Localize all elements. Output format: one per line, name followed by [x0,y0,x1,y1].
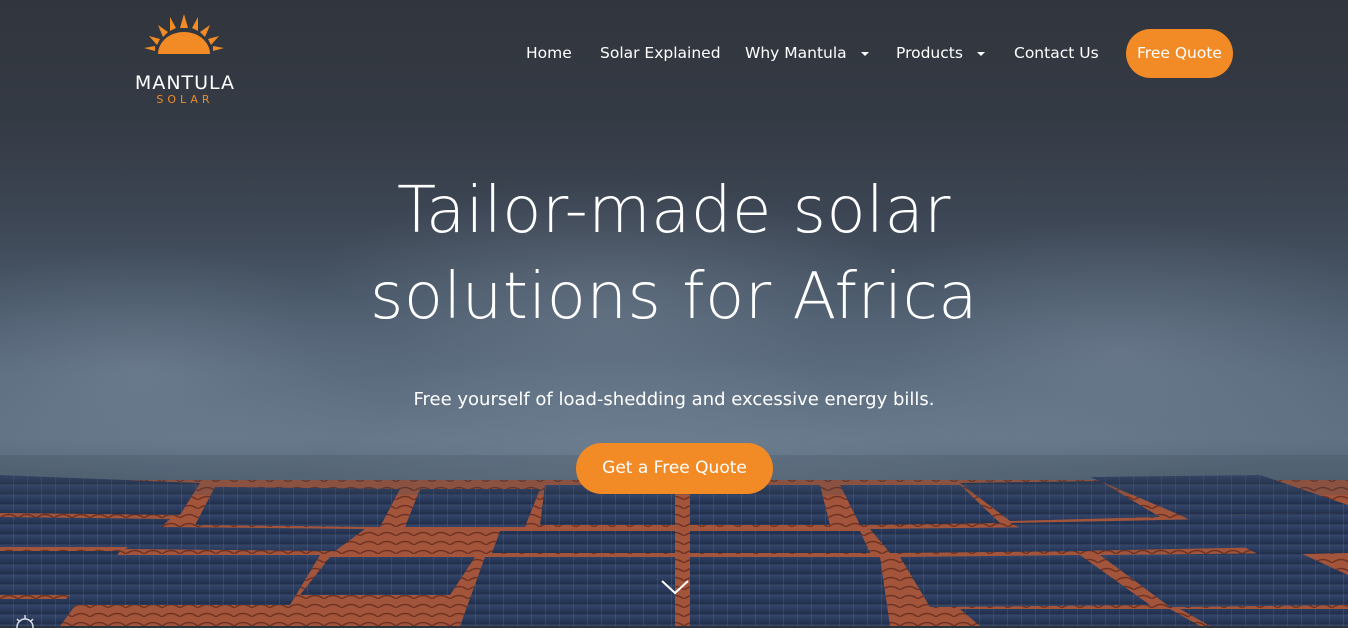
free-quote-button[interactable]: Free Quote [1126,29,1233,78]
nav-why-mantula-label: Why Mantula [745,44,847,62]
nav-home[interactable]: Home [526,28,572,78]
nav-products[interactable]: Products [896,28,985,78]
get-free-quote-button[interactable]: Get a Free Quote [576,443,773,494]
nav-solar-explained[interactable]: Solar Explained [600,28,721,78]
hero-headline-line1: Tailor-made solar [397,174,951,248]
nav-contact-us[interactable]: Contact Us [1014,28,1099,78]
caret-down-icon [976,51,985,56]
brand-subtitle: SOLAR [156,93,214,106]
nav-why-mantula[interactable]: Why Mantula [745,28,869,78]
nav-products-label: Products [896,44,963,62]
caret-down-icon [860,51,869,56]
hero-subheadline: Free yourself of load-shedding and exces… [413,389,935,410]
hero-headline-line2: solutions for Africa [370,260,978,334]
hero-headline: Tailor-made solar solutions for Africa [274,168,1074,340]
chevron-down-icon[interactable] [660,575,690,599]
